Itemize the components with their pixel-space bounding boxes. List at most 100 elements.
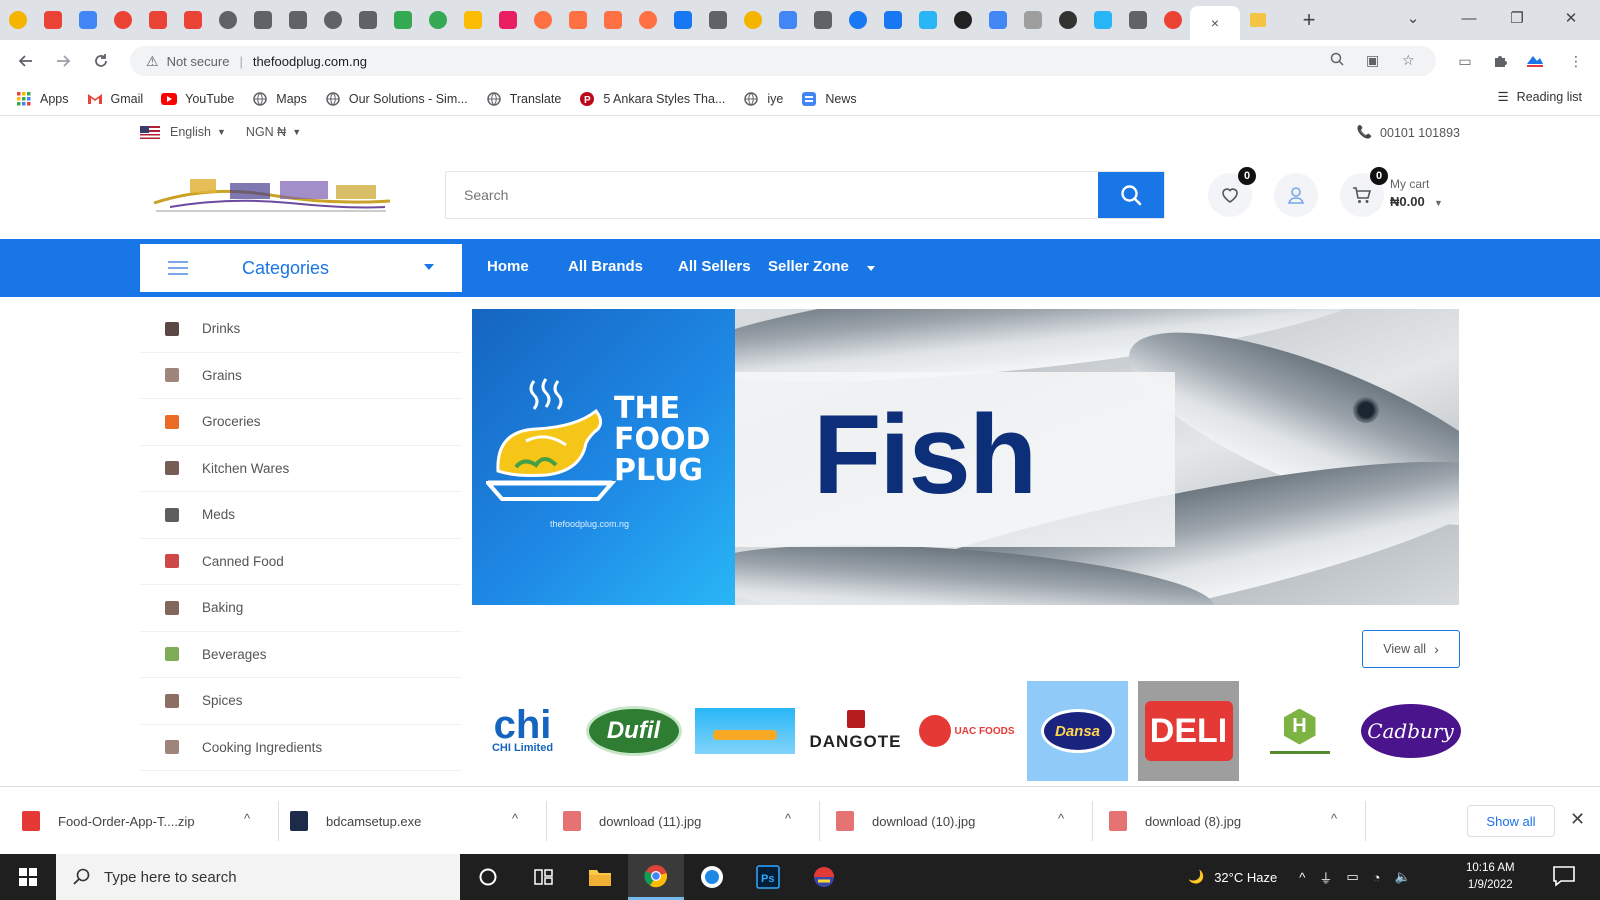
bookmark-item[interactable]: P 5 Ankara Styles Tha... xyxy=(579,91,725,107)
cortana-button[interactable] xyxy=(460,854,516,900)
close-window-button[interactable]: ✕ xyxy=(1548,0,1594,36)
reload-button[interactable] xyxy=(88,48,114,74)
tray-chevron-up-icon[interactable]: ^ xyxy=(1299,870,1305,885)
cart-summary[interactable]: My cart ₦0.00 ▼ xyxy=(1390,175,1443,212)
tab[interactable] xyxy=(35,0,70,40)
download-options-chevron-icon[interactable]: ^ xyxy=(785,811,791,826)
bookmark-item[interactable]: Gmail xyxy=(87,91,143,107)
tab[interactable] xyxy=(875,0,910,40)
brand-dufil[interactable]: Dufil xyxy=(583,681,684,781)
category-item[interactable]: Grains xyxy=(140,353,462,399)
bookmark-item[interactable]: Maps xyxy=(252,91,307,107)
download-item[interactable]: download (10).jpg xyxy=(836,787,975,855)
nav-seller-zone[interactable]: Seller Zone xyxy=(768,258,849,275)
tab[interactable] xyxy=(105,0,140,40)
download-options-chevron-icon[interactable]: ^ xyxy=(1331,811,1337,826)
tab[interactable] xyxy=(280,0,315,40)
bookmark-item[interactable]: Translate xyxy=(486,91,561,107)
nav-home[interactable]: Home xyxy=(487,258,529,275)
download-options-chevron-icon[interactable]: ^ xyxy=(512,811,518,826)
new-tab-button[interactable]: + xyxy=(1293,4,1325,36)
brand-cadbury[interactable]: Cadbury xyxy=(1360,681,1461,781)
volume-icon[interactable]: 🔈 xyxy=(1394,869,1410,885)
tab[interactable] xyxy=(210,0,245,40)
chrome-app[interactable] xyxy=(628,854,684,900)
usb-icon[interactable]: ⏚ xyxy=(1319,868,1332,887)
tab[interactable] xyxy=(735,0,770,40)
tab[interactable] xyxy=(1085,0,1120,40)
account-button[interactable] xyxy=(1274,173,1318,217)
forward-button[interactable] xyxy=(50,48,76,74)
tab[interactable] xyxy=(245,0,280,40)
close-download-shelf-button[interactable]: ✕ xyxy=(1570,809,1585,830)
tab[interactable] xyxy=(385,0,420,40)
brand-deli[interactable]: DELI xyxy=(1138,681,1239,781)
download-item[interactable]: Food-Order-App-T....zip xyxy=(22,787,195,855)
phone-contact[interactable]: 📞 00101 101893 xyxy=(1356,125,1460,140)
brand-uac-foods[interactable]: UAC FOODS xyxy=(916,681,1017,781)
category-item[interactable]: Meds xyxy=(140,492,462,539)
categories-dropdown-button[interactable]: Categories xyxy=(140,244,462,292)
brand-dansa[interactable]: Dansa xyxy=(1027,681,1128,781)
zoom-search-icon[interactable] xyxy=(1330,52,1344,69)
category-item[interactable]: Beverages xyxy=(140,632,462,678)
tab[interactable] xyxy=(315,0,350,40)
tab[interactable] xyxy=(1155,0,1190,40)
category-item[interactable]: Groceries xyxy=(140,399,462,446)
address-bar[interactable]: ⚠ Not secure | thefoodplug.com.ng ▣ ☆ xyxy=(130,46,1436,76)
tab[interactable] xyxy=(350,0,385,40)
tab[interactable] xyxy=(595,0,630,40)
hero-banner[interactable]: THE FOOD PLUG thefoodplug.com.ng Fish xyxy=(472,309,1459,605)
tab[interactable] xyxy=(560,0,595,40)
bookmark-item[interactable]: Apps xyxy=(16,91,69,107)
category-item[interactable]: Drinks xyxy=(140,306,462,353)
tab[interactable] xyxy=(490,0,525,40)
view-all-brands-button[interactable]: View all › xyxy=(1362,630,1460,668)
photoshop-app[interactable]: Ps xyxy=(740,854,796,900)
category-item[interactable]: Canned Food xyxy=(140,539,462,585)
bookmark-star-icon[interactable]: ☆ xyxy=(1402,52,1415,69)
minimize-button[interactable]: — xyxy=(1446,0,1492,36)
start-button[interactable] xyxy=(0,854,56,900)
download-item[interactable]: download (8).jpg xyxy=(1109,787,1241,855)
tab[interactable] xyxy=(805,0,840,40)
tab[interactable] xyxy=(630,0,665,40)
wifi-icon[interactable]: ◔ xyxy=(1373,870,1381,885)
nav-all-sellers[interactable]: All Sellers xyxy=(678,258,751,275)
tab[interactable] xyxy=(770,0,805,40)
tab[interactable] xyxy=(70,0,105,40)
language-selector[interactable]: English ▼ NGN ₦ ▼ xyxy=(140,125,301,139)
chrome-menu-icon[interactable]: ⋮ xyxy=(1566,51,1586,71)
cart-button[interactable]: 0 xyxy=(1340,167,1388,217)
search-button[interactable] xyxy=(1098,172,1164,218)
download-item[interactable]: download (11).jpg xyxy=(563,787,701,855)
colorful-app[interactable] xyxy=(796,854,852,900)
category-item[interactable]: Cooking Ingredients xyxy=(140,725,462,771)
weather-text[interactable]: 32°C Haze xyxy=(1214,870,1277,885)
tab[interactable] xyxy=(525,0,560,40)
tab[interactable] xyxy=(980,0,1015,40)
extensions-puzzle-icon[interactable] xyxy=(1490,51,1510,71)
tab[interactable] xyxy=(665,0,700,40)
category-item[interactable]: Kitchen Wares xyxy=(140,446,462,492)
taskbar-search-box[interactable]: Type here to search xyxy=(56,854,460,900)
restore-button[interactable]: ❐ xyxy=(1494,0,1540,36)
install-app-icon[interactable]: ▣ xyxy=(1366,52,1379,69)
zoom-app[interactable] xyxy=(684,854,740,900)
tab-close-button[interactable]: × xyxy=(1211,15,1219,31)
tab[interactable] xyxy=(455,0,490,40)
tab[interactable] xyxy=(910,0,945,40)
nav-all-brands[interactable]: All Brands xyxy=(568,258,643,275)
show-all-downloads-button[interactable]: Show all xyxy=(1467,805,1555,837)
tab[interactable] xyxy=(0,0,35,40)
site-logo[interactable] xyxy=(150,171,395,217)
tab[interactable] xyxy=(420,0,455,40)
tab[interactable] xyxy=(1120,0,1155,40)
tab[interactable] xyxy=(1015,0,1050,40)
active-tab[interactable]: × xyxy=(1190,6,1240,40)
tab[interactable] xyxy=(140,0,175,40)
cast-icon[interactable]: ▭ xyxy=(1455,51,1475,71)
bookmark-item[interactable]: Our Solutions - Sim... xyxy=(325,91,468,107)
brand-h-foods[interactable]: H xyxy=(1249,681,1350,781)
tab[interactable] xyxy=(1240,0,1275,40)
